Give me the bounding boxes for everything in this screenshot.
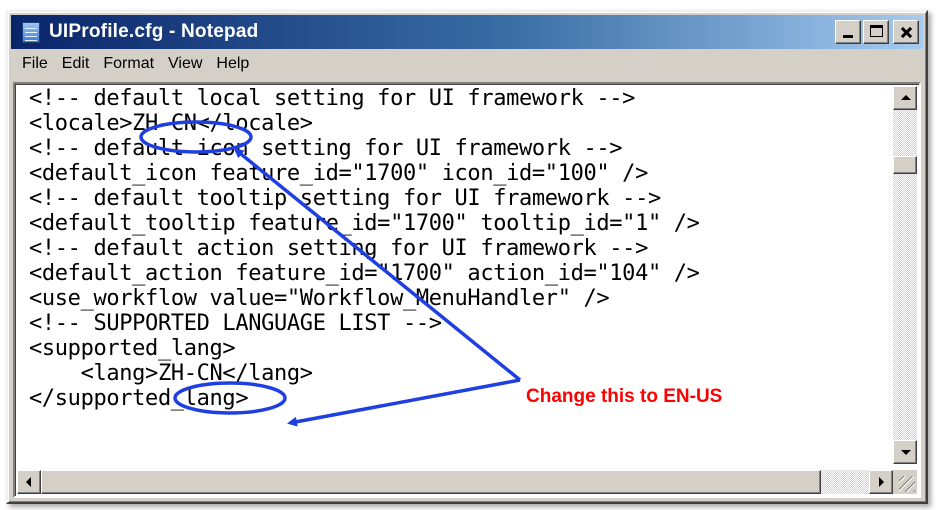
minimize-icon [843, 35, 853, 38]
text-editor[interactable]: <!-- default local setting for UI framew… [17, 86, 893, 464]
arrow-left-icon [26, 477, 31, 487]
close-icon [894, 21, 918, 43]
menu-file[interactable]: File [15, 52, 55, 76]
annotation-label: Change this to EN-US [526, 386, 723, 407]
code-line-8: <default_action feature_id="1700" action… [29, 261, 700, 286]
horizontal-scroll-thumb[interactable] [41, 470, 821, 494]
menu-bar: File Edit Format View Help [11, 50, 923, 78]
arrow-right-icon [879, 477, 884, 487]
menu-help[interactable]: Help [209, 52, 256, 76]
code-line-10: <!-- SUPPORTED LANGUAGE LIST --> [29, 311, 442, 336]
code-line-11: <supported_lang> [29, 336, 236, 361]
scroll-down-button[interactable] [893, 440, 917, 464]
code-line-1: <!-- default local setting for UI framew… [29, 86, 636, 111]
notepad-window: UIProfile.cfg - Notepad File Edit Format… [6, 10, 928, 504]
close-button[interactable] [893, 20, 919, 44]
scroll-up-button[interactable] [893, 86, 917, 110]
maximize-button[interactable] [863, 20, 889, 44]
editor-frame: <!-- default local setting for UI framew… [13, 82, 921, 498]
code-line-9: <use_workflow value="Workflow_MenuHandle… [29, 286, 610, 311]
horizontal-scrollbar[interactable] [17, 470, 893, 494]
scroll-right-button[interactable] [869, 470, 893, 494]
code-line-12: <lang>ZH-CN</lang> [29, 361, 313, 386]
code-line-5: <!-- default tooltip setting for UI fram… [29, 186, 661, 211]
resize-grip[interactable] [893, 470, 917, 494]
code-line-13: </supported_lang> [29, 386, 249, 411]
window-title: UIProfile.cfg - Notepad [49, 21, 259, 42]
arrow-up-icon [901, 95, 911, 100]
code-line-2: <locale>ZH-CN</locale> [29, 111, 313, 136]
code-line-4: <default_icon feature_id="1700" icon_id=… [29, 161, 648, 186]
title-bar[interactable]: UIProfile.cfg - Notepad [11, 15, 923, 49]
scroll-left-button[interactable] [17, 470, 41, 494]
vertical-scroll-thumb[interactable] [893, 156, 917, 174]
vertical-scrollbar[interactable] [893, 86, 917, 464]
menu-format[interactable]: Format [96, 52, 161, 76]
arrow-down-icon [901, 450, 911, 455]
code-line-3: <!-- default icon setting for UI framewo… [29, 136, 623, 161]
code-line-7: <!-- default action setting for UI frame… [29, 236, 648, 261]
minimize-button[interactable] [835, 20, 861, 44]
code-line-6: <default_tooltip feature_id="1700" toolt… [29, 211, 700, 236]
maximize-icon [870, 25, 883, 37]
menu-view[interactable]: View [161, 52, 209, 76]
notepad-icon[interactable] [19, 20, 43, 44]
menu-edit[interactable]: Edit [55, 52, 97, 76]
